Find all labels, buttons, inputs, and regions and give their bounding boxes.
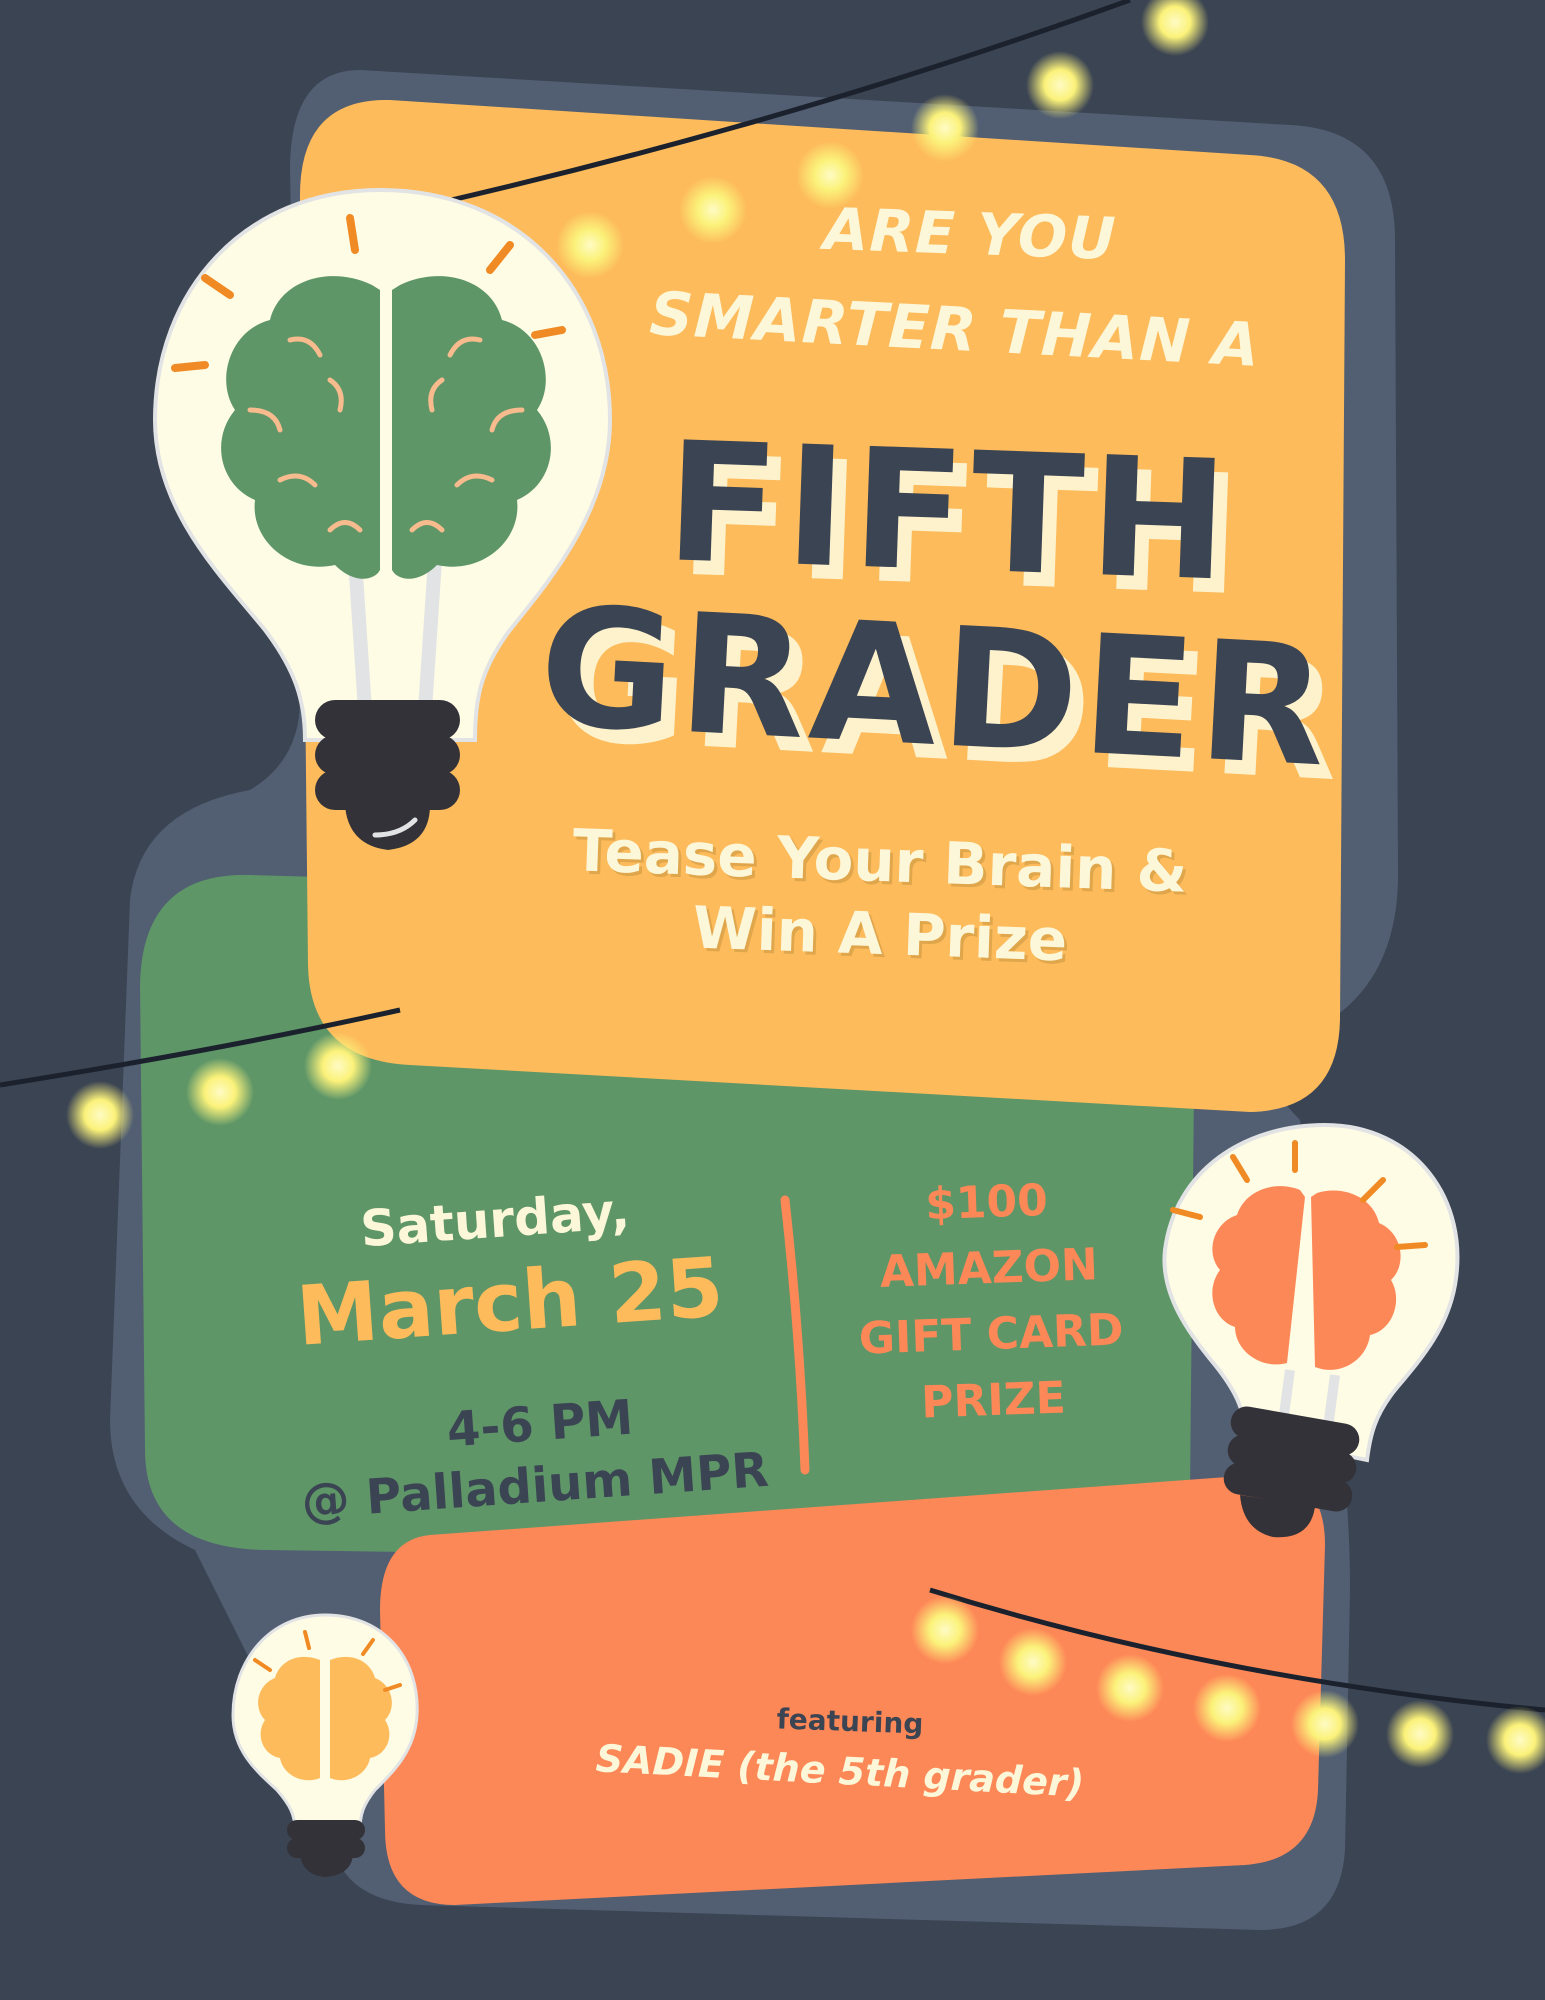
headline-grader: GRADER (535, 570, 1335, 804)
small-brain-lightbulb-icon (231, 1613, 419, 1877)
prize-block: $100 AMAZON GIFT CARD PRIZE (825, 1164, 1154, 1439)
prize-line-1: $100 (924, 1174, 1049, 1231)
medium-brain-lightbulb-icon (1162, 1122, 1460, 1538)
prize-line-2: AMAZON (878, 1239, 1099, 1298)
divider-line (780, 1195, 810, 1475)
prize-line-3: GIFT CARD (858, 1304, 1125, 1365)
large-brain-lightbulb-icon (152, 187, 613, 850)
prize-line-4: PRIZE (920, 1372, 1067, 1429)
poster: ARE YOU SMARTER THAN A FIFTH GRADER Teas… (0, 0, 1545, 2000)
headline-fifth: FIFTH (663, 406, 1237, 618)
tagline-line-2: Win A Prize (691, 893, 1069, 975)
